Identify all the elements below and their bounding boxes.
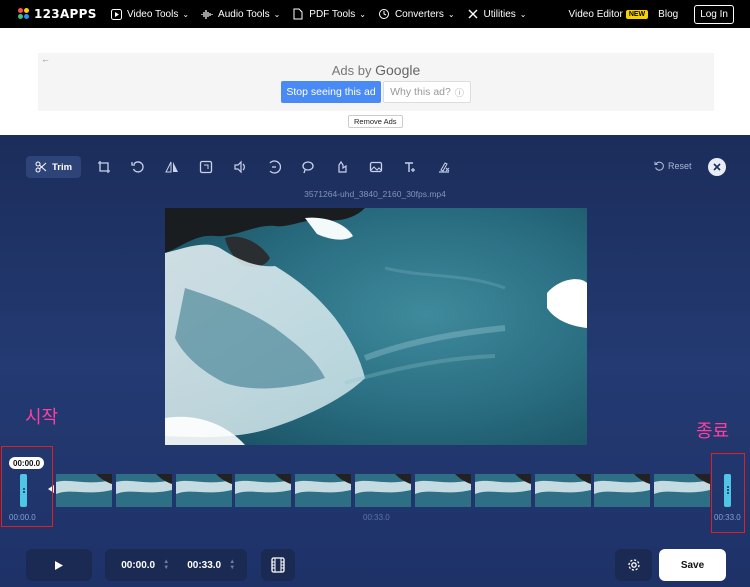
start-annotation: 시작 — [25, 407, 59, 428]
nav-audio-tools-label: Audio Tools — [218, 8, 270, 20]
login-button[interactable]: Log In — [694, 4, 734, 24]
reset-button[interactable]: Reset — [654, 161, 692, 171]
play-icon — [55, 560, 63, 570]
nav-converters[interactable]: Converters ⌄ — [378, 8, 455, 20]
rotate-icon[interactable] — [127, 156, 149, 178]
nav-right: Video Editor NEW Blog Log In — [569, 0, 734, 28]
nav-audio-tools[interactable]: Audio Tools ⌄ — [201, 8, 280, 20]
chevron-down-icon: ⌄ — [182, 9, 190, 19]
timeline-frame — [355, 474, 413, 507]
volume-icon[interactable] — [229, 156, 251, 178]
settings-button[interactable] — [615, 549, 652, 581]
video-editor: Trim Reset 3571264-uhd_3840_2160_30fps.m… — [0, 135, 750, 587]
video-preview[interactable] — [165, 208, 587, 445]
logo-text: 123APPS — [34, 7, 97, 21]
image-icon[interactable] — [365, 156, 387, 178]
stabilize-icon[interactable] — [331, 156, 353, 178]
logo-dots — [18, 8, 30, 20]
remove-ads-button[interactable]: Remove Ads — [348, 115, 403, 128]
start-highlight-box — [1, 446, 53, 527]
stop-seeing-ad-button[interactable]: Stop seeing this ad — [281, 81, 381, 103]
file-name: 3571264-uhd_3840_2160_30fps.mp4 — [304, 189, 446, 199]
end-annotation: 종료 — [696, 421, 730, 442]
trim-button[interactable]: Trim — [26, 156, 82, 178]
end-highlight-box — [711, 453, 745, 533]
nav-video-tools[interactable]: Video Tools ⌄ — [110, 8, 189, 20]
crop-icon[interactable] — [93, 156, 115, 178]
gear-icon — [627, 559, 640, 571]
start-time-input[interactable]: 00:00.0 — [115, 560, 161, 571]
timeline-frame — [654, 474, 712, 507]
text-icon[interactable] — [399, 156, 421, 178]
nav-converters-label: Converters — [394, 8, 444, 20]
nav-video-editor[interactable]: Video Editor — [569, 9, 623, 20]
close-icon[interactable] — [708, 158, 726, 176]
resize-icon[interactable] — [195, 156, 217, 178]
why-this-ad-button[interactable]: Why this ad? ⓘ — [383, 81, 471, 103]
timeline-frame — [594, 474, 652, 507]
google-label: Google — [375, 62, 421, 78]
reset-label: Reset — [668, 161, 692, 171]
timeline-frame — [534, 474, 593, 507]
save-button[interactable]: Save — [659, 549, 726, 581]
trim-label: Trim — [52, 161, 73, 173]
info-icon: ⓘ — [454, 87, 464, 98]
timeline-strip[interactable] — [56, 474, 714, 507]
chevron-down-icon: ⌄ — [273, 9, 281, 19]
timeline-frame — [56, 474, 114, 507]
trim-time-inputs: 00:00.0 ▲ ▼ 00:33.0 ▲ ▼ — [105, 549, 247, 581]
timeline-frame — [414, 474, 473, 507]
timeline-frame — [474, 474, 533, 507]
editor-toolbar: Trim — [26, 156, 455, 178]
ads-by-label: Ads by — [331, 63, 372, 78]
split-button[interactable] — [261, 549, 295, 581]
remove-logo-icon[interactable] — [433, 156, 455, 178]
speed-icon[interactable] — [263, 156, 285, 178]
nav-blog[interactable]: Blog — [658, 9, 678, 20]
reset-icon — [654, 161, 664, 171]
chevron-down-icon: ⌄ — [447, 9, 455, 19]
flip-icon[interactable] — [161, 156, 183, 178]
nav-pdf-tools-label: PDF Tools — [309, 8, 356, 20]
timeline-frame — [115, 474, 174, 507]
loop-icon[interactable] — [297, 156, 319, 178]
film-icon — [271, 557, 285, 573]
end-time-stepper[interactable]: ▲ ▼ — [227, 559, 237, 571]
timeline-frame — [235, 474, 293, 507]
ad-title: Ads by Google — [38, 62, 714, 78]
nav-pdf-tools[interactable]: PDF Tools ⌄ — [292, 8, 366, 20]
why-this-ad-label: Why this ad? — [390, 86, 451, 98]
play-button[interactable] — [26, 549, 92, 581]
top-nav: 123APPS Video Tools ⌄ Audio Tools ⌄ PDF … — [0, 0, 750, 28]
chevron-down-icon: ⌄ — [359, 9, 366, 19]
logo[interactable]: 123APPS — [18, 7, 98, 21]
document-icon — [292, 8, 304, 20]
new-badge: NEW — [625, 9, 649, 19]
convert-icon — [378, 8, 390, 20]
nav-utilities[interactable]: Utilities ⌄ — [467, 8, 527, 20]
play-square-icon — [110, 8, 122, 20]
duration-label: 00:33.0 — [363, 513, 390, 522]
start-time-stepper[interactable]: ▲ ▼ — [161, 559, 171, 571]
ad-container: ← Ads by Google Stop seeing this ad Why … — [38, 53, 714, 111]
waveform-icon — [201, 8, 213, 20]
scissors-icon — [35, 161, 47, 173]
chevron-down-icon: ⌄ — [519, 9, 527, 19]
tools-icon — [467, 8, 479, 20]
nav-utilities-label: Utilities — [483, 8, 516, 20]
nav-video-tools-label: Video Tools — [127, 8, 179, 20]
timeline-frame — [295, 474, 353, 507]
timeline-frame — [175, 474, 234, 507]
end-time-input[interactable]: 00:33.0 — [181, 560, 227, 571]
